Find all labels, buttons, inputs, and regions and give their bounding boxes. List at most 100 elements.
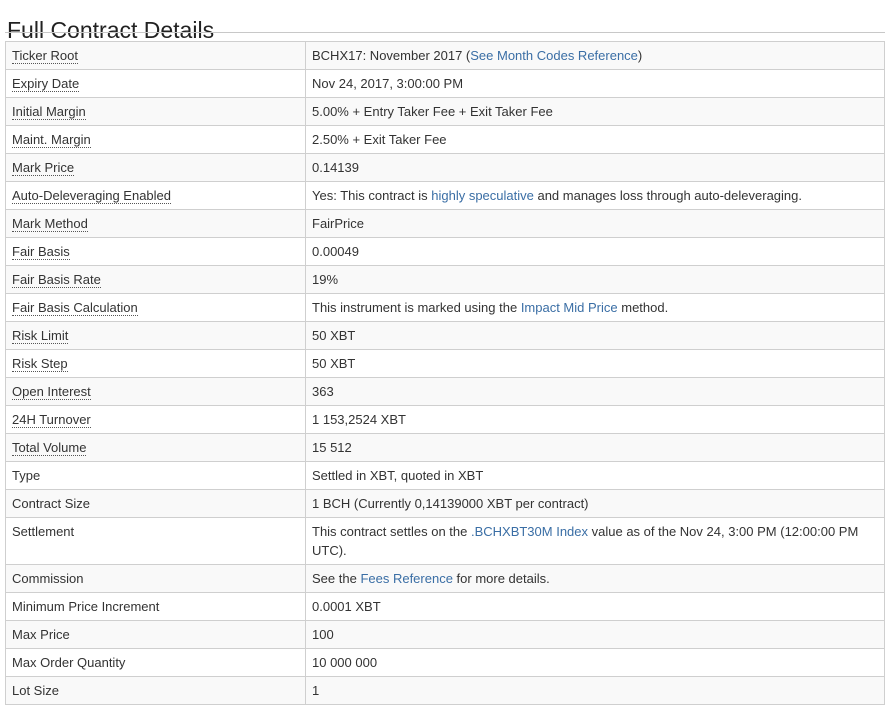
turnover-24h-label[interactable]: 24H Turnover: [12, 412, 91, 428]
value-cell: Nov 24, 2017, 3:00:00 PM: [305, 69, 885, 98]
min-price-increment-label: Minimum Price Increment: [12, 599, 160, 614]
value-cell: 100: [305, 620, 885, 649]
value-cell: 10 000 000: [305, 648, 885, 677]
table-row: Fair Basis Rate 19%: [5, 265, 885, 294]
value-cell: 15 512: [305, 433, 885, 462]
auto-deleveraging-value-end: and manages loss through auto-deleveragi…: [533, 188, 802, 203]
table-row: Total Volume 15 512: [5, 433, 885, 462]
fair-basis-calculation-label[interactable]: Fair Basis Calculation: [12, 300, 138, 316]
value-cell: 0.0001 XBT: [305, 592, 885, 621]
highly-speculative-link[interactable]: highly speculative: [431, 188, 534, 203]
total-volume-label[interactable]: Total Volume: [12, 440, 87, 456]
value-cell: 50 XBT: [305, 349, 885, 378]
value-cell: FairPrice: [305, 209, 885, 238]
total-volume-value: 15 512: [312, 440, 352, 455]
label-cell: Max Price: [5, 620, 306, 649]
table-row: Type Settled in XBT, quoted in XBT: [5, 461, 885, 490]
expiry-date-label[interactable]: Expiry Date: [12, 76, 80, 92]
value-cell: Yes: This contract is highly speculative…: [305, 181, 885, 210]
value-cell: 0.00049: [305, 237, 885, 266]
label-cell: Max Order Quantity: [5, 648, 306, 677]
value-cell: This contract settles on the .BCHXBT30M …: [305, 517, 885, 565]
label-cell: Contract Size: [5, 489, 306, 518]
fair-basis-value: 0.00049: [312, 244, 359, 259]
table-row: Fair Basis 0.00049: [5, 237, 885, 266]
month-codes-link[interactable]: See Month Codes Reference: [470, 48, 638, 63]
settlement-value: This contract settles on the: [312, 524, 471, 539]
table-row: Contract Size 1 BCH (Currently 0,1413900…: [5, 489, 885, 518]
type-label: Type: [12, 468, 41, 483]
label-cell: Risk Step: [5, 349, 306, 378]
mark-method-label[interactable]: Mark Method: [12, 216, 88, 232]
fair-basis-calculation-value-end: method.: [617, 300, 669, 315]
value-cell: 50 XBT: [305, 321, 885, 350]
open-interest-label[interactable]: Open Interest: [12, 384, 91, 400]
label-cell: Open Interest: [5, 377, 306, 406]
label-cell: Commission: [5, 564, 306, 593]
value-cell: 1 153,2524 XBT: [305, 405, 885, 434]
table-row: Mark Method FairPrice: [5, 209, 885, 238]
title-divider: [5, 32, 885, 33]
table-row: Fair Basis Calculation This instrument i…: [5, 293, 885, 322]
table-row: Expiry Date Nov 24, 2017, 3:00:00 PM: [5, 69, 885, 98]
max-order-quantity-value: 10 000 000: [312, 655, 378, 670]
label-cell: Fair Basis: [5, 237, 306, 266]
auto-deleveraging-label[interactable]: Auto-Deleveraging Enabled: [12, 188, 171, 204]
commission-label: Commission: [12, 571, 84, 586]
label-cell: Settlement: [5, 517, 306, 565]
value-cell: 19%: [305, 265, 885, 294]
commission-value: See the: [312, 571, 361, 586]
value-cell: BCHX17: November 2017 (See Month Codes R…: [305, 41, 885, 70]
table-row: Risk Step 50 XBT: [5, 349, 885, 378]
fees-reference-link[interactable]: Fees Reference: [360, 571, 453, 586]
label-cell: Maint. Margin: [5, 125, 306, 154]
label-cell: Type: [5, 461, 306, 490]
mark-price-value: 0.14139: [312, 160, 359, 175]
contract-size-label: Contract Size: [12, 496, 91, 511]
table-row: Max Price 100: [5, 620, 885, 649]
table-row: Minimum Price Increment 0.0001 XBT: [5, 592, 885, 621]
table-row: Lot Size 1: [5, 676, 885, 705]
label-cell: Minimum Price Increment: [5, 592, 306, 621]
label-cell: Fair Basis Rate: [5, 265, 306, 294]
risk-step-label[interactable]: Risk Step: [12, 356, 68, 372]
risk-step-value: 50 XBT: [312, 356, 356, 371]
label-cell: 24H Turnover: [5, 405, 306, 434]
value-cell: 0.14139: [305, 153, 885, 182]
label-cell: Mark Price: [5, 153, 306, 182]
label-cell: Risk Limit: [5, 321, 306, 350]
table-row: Commission See the Fees Reference for mo…: [5, 564, 885, 593]
fair-basis-rate-label[interactable]: Fair Basis Rate: [12, 272, 101, 288]
value-cell: 1: [305, 676, 885, 705]
maint-margin-label[interactable]: Maint. Margin: [12, 132, 91, 148]
initial-margin-label[interactable]: Initial Margin: [12, 104, 86, 120]
fair-basis-label[interactable]: Fair Basis: [12, 244, 70, 260]
max-price-label: Max Price: [12, 627, 70, 642]
table-row: Auto-Deleveraging Enabled Yes: This cont…: [5, 181, 885, 210]
impact-mid-price-link[interactable]: Impact Mid Price: [521, 300, 618, 315]
turnover-24h-value: 1 153,2524 XBT: [312, 412, 406, 427]
table-row: Ticker Root BCHX17: November 2017 (See M…: [5, 41, 885, 70]
table-row: Maint. Margin 2.50% + Exit Taker Fee: [5, 125, 885, 154]
label-cell: Fair Basis Calculation: [5, 293, 306, 322]
contract-size-value: 1 BCH (Currently 0,14139000 XBT per cont…: [312, 496, 589, 511]
auto-deleveraging-value: Yes: This contract is: [312, 188, 432, 203]
label-cell: Auto-Deleveraging Enabled: [5, 181, 306, 210]
fair-basis-calculation-value: This instrument is marked using the: [312, 300, 521, 315]
value-cell: This instrument is marked using the Impa…: [305, 293, 885, 322]
label-cell: Initial Margin: [5, 97, 306, 126]
contract-details-table: Ticker Root BCHX17: November 2017 (See M…: [5, 41, 885, 705]
risk-limit-label[interactable]: Risk Limit: [12, 328, 69, 344]
label-cell: Expiry Date: [5, 69, 306, 98]
min-price-increment-value: 0.0001 XBT: [312, 599, 381, 614]
mark-price-label[interactable]: Mark Price: [12, 160, 75, 176]
value-cell: 5.00% + Entry Taker Fee + Exit Taker Fee: [305, 97, 885, 126]
value-cell: 1 BCH (Currently 0,14139000 XBT per cont…: [305, 489, 885, 518]
lot-size-label: Lot Size: [12, 683, 59, 698]
ticker-root-label[interactable]: Ticker Root: [12, 48, 78, 64]
initial-margin-value: 5.00% + Entry Taker Fee + Exit Taker Fee: [312, 104, 553, 119]
table-row: Settlement This contract settles on the …: [5, 517, 885, 565]
risk-limit-value: 50 XBT: [312, 328, 356, 343]
settlement-index-link[interactable]: .BCHXBT30M Index: [471, 524, 588, 539]
table-row: 24H Turnover 1 153,2524 XBT: [5, 405, 885, 434]
